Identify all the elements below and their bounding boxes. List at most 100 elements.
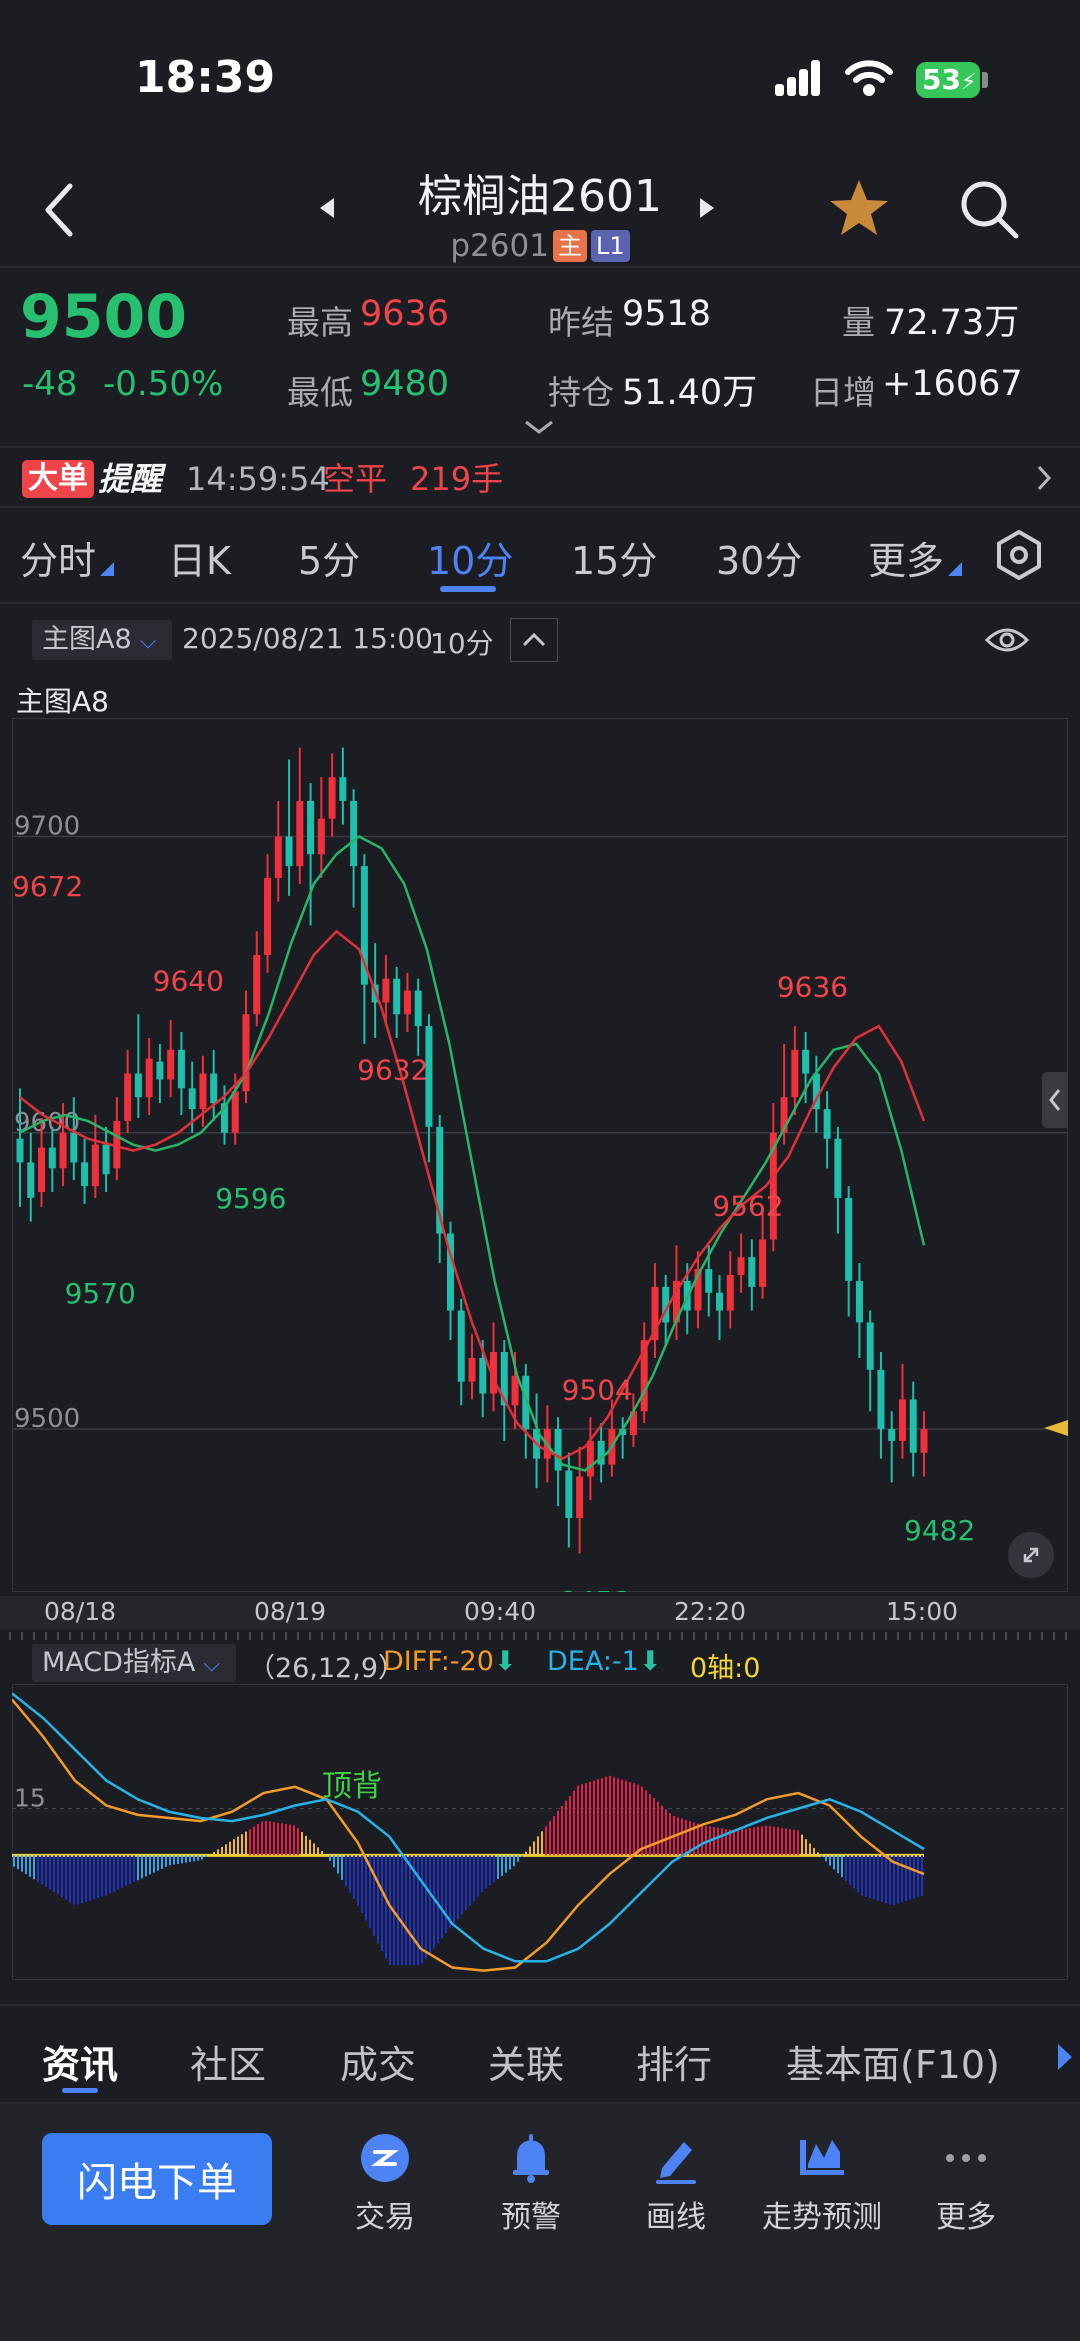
fullscreen-button[interactable] [1008,1532,1054,1578]
candle [177,1032,185,1116]
macd-diff-label: DIFF:-20⬇ [383,1646,517,1677]
chart-settings-icon[interactable] [992,528,1046,582]
tab-related[interactable]: 关联 [488,2034,564,2089]
tabs-divider [0,602,1080,604]
eye-icon[interactable] [984,622,1030,658]
candle-body [328,777,336,819]
y-tick-label: 9600 [14,1108,80,1138]
candle-body [317,818,325,855]
candle-body [576,1476,584,1518]
bottom-tabs-divider-top [0,2004,1080,2006]
nav-trade[interactable]: 交易 [315,2130,455,2236]
right-collapse-handle[interactable] [1042,1072,1068,1128]
nav-draw[interactable]: 画线 [606,2130,746,2236]
tabs-scroll-right-icon[interactable] [1054,2042,1074,2072]
nav-more[interactable]: 更多 [896,2130,1036,2236]
high-annotation: 9636 [777,970,848,1003]
nav-alert[interactable]: 预警 [461,2130,601,2236]
candle-body [414,990,422,1027]
next-contract-icon[interactable] [696,196,716,220]
tab-15min[interactable]: 15分 [571,530,657,585]
candle [210,1049,218,1121]
tab-fundamentals[interactable]: 基本面(F10) [786,2034,1000,2089]
candle [791,1026,799,1116]
nav-draw-label: 画线 [646,2200,706,2235]
alert-volume: 219手 [410,460,504,498]
candle-body [91,1144,99,1187]
active-tab-underline [440,586,496,592]
prev-settle-label: 昨结 [548,303,614,342]
candle-body [156,1061,164,1080]
candle-body [274,836,282,878]
bottom-tab-underline [62,2088,98,2093]
candle [920,1411,928,1477]
header-divider [0,266,1080,268]
high-value: 9636 [360,294,450,334]
candle-body [124,1073,132,1121]
candle-body [48,1147,56,1169]
candle [500,1340,508,1441]
candle [242,990,250,1104]
page-title: 棕榈油2601 [418,171,662,222]
star-icon[interactable] [826,176,892,240]
x-tick-label: 08/18 [44,1597,116,1626]
candlestick-chart[interactable]: 9700 9600 9500 9672 9640 9632 9562 9504 9636 9570… [12,718,1068,1592]
candle [253,931,261,1027]
tab-5min[interactable]: 5分 [298,530,360,585]
candle [576,1446,584,1554]
candle-body [70,1132,78,1163]
candle [307,783,315,926]
tab-timeshare[interactable]: 分时 [20,530,96,585]
candle [16,1088,24,1207]
candle-body [586,1440,594,1477]
macd-dea-label: DEA:-1⬇ [547,1646,662,1677]
tab-ranking[interactable]: 排行 [636,2034,712,2089]
candle-body [199,1073,207,1110]
tab-community[interactable]: 社区 [190,2034,266,2089]
candle [737,1233,745,1293]
candle-body [759,1239,767,1287]
candle [285,759,293,896]
flash-order-button[interactable]: 闪电下单 [42,2133,272,2225]
more-dots-icon [946,2154,986,2162]
macd-chart[interactable]: 15 顶背 [12,1684,1068,1980]
candle-body [802,1049,810,1074]
candle [264,854,272,973]
expand-quote-icon[interactable] [522,418,556,436]
candle-body [188,1088,196,1110]
tab-daily-k[interactable]: 日K [168,530,231,585]
candle [468,1334,476,1400]
macd-indicator-select[interactable]: MACD指标A ⌵ [32,1644,236,1682]
candle-body [705,1269,713,1293]
status-time: 18:39 [135,52,276,103]
tab-trades[interactable]: 成交 [340,2034,416,2089]
candle-body [748,1257,756,1287]
tab-30min[interactable]: 30分 [716,530,802,585]
tab-10min[interactable]: 10分 [427,530,513,585]
x-axis: 08/18 08/19 09:40 22:20 15:00 [9,1597,1067,1640]
main-indicator-select[interactable]: 主图A8 ⌵ [32,620,172,660]
tab-news[interactable]: 资讯 [42,2034,118,2089]
macd-frame [12,1684,1068,1980]
x-tick-label: 08/19 [254,1597,326,1626]
candle-body [38,1147,46,1193]
collapse-toolbar-button[interactable] [510,618,558,662]
candle-body [382,978,390,1003]
x-tick-label: 15:00 [886,1597,958,1626]
macd-zero-axis-label: 0轴:0 [690,1653,761,1684]
nav-alert-label: 预警 [501,2200,561,2235]
tab-more[interactable]: 更多 [868,530,944,585]
open-interest-label: 持仓 [548,373,614,412]
daily-increase-label: 日增 [810,373,876,412]
candle-body [823,1109,831,1139]
alert-chevron-right-icon[interactable] [1036,464,1052,492]
macd-dea-value: DEA:-1 [547,1646,639,1677]
nav-forecast[interactable]: 走势预测 [752,2130,892,2236]
search-icon[interactable] [958,178,1022,242]
candle [866,1310,874,1412]
volume-label: 量 [842,303,875,342]
candle [414,978,422,1056]
main-chart-label: 主图A8 [16,685,109,718]
high-annotation: 9504 [562,1373,633,1406]
candle [823,1091,831,1169]
